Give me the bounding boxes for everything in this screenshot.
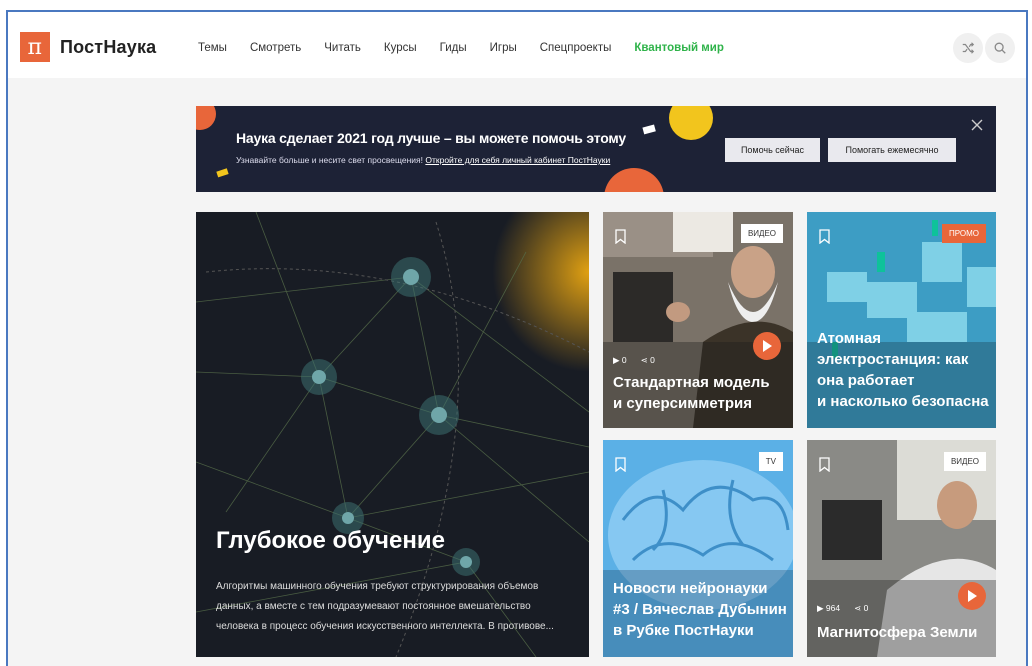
nav-item-themes[interactable]: Темы bbox=[198, 42, 227, 54]
card-title[interactable]: Магнитосфера Земли bbox=[817, 622, 977, 643]
video-badge: ВИДЕО bbox=[943, 452, 986, 471]
bookmark-icon[interactable] bbox=[819, 457, 830, 472]
card-title[interactable]: Атомная электростанция: как она работает и … bbox=[817, 328, 989, 412]
views-count: 964 bbox=[825, 603, 841, 613]
bookmark-icon[interactable] bbox=[615, 229, 626, 244]
card-stats: ▶ 0 ⋖ 0 bbox=[613, 355, 655, 365]
play-button[interactable] bbox=[958, 582, 986, 610]
banner-subtitle: Узнавайте больше и несите свет просвещен… bbox=[236, 155, 611, 165]
nav-item-guides[interactable]: Гиды bbox=[440, 42, 467, 54]
nav-item-special[interactable]: Спецпроекты bbox=[540, 42, 612, 54]
banner-title: Наука сделает 2021 год лучше – вы можете… bbox=[236, 130, 626, 146]
logo-icon[interactable]: п bbox=[20, 32, 50, 62]
nav-item-read[interactable]: Читать bbox=[324, 42, 361, 54]
views-count: 0 bbox=[621, 355, 627, 365]
promo-card-nuclear-plant[interactable]: ПРОМО Атомная электростанция: как она рабо… bbox=[807, 212, 996, 428]
video-card-standard-model[interactable]: ВИДЕО ▶ 0 ⋖ 0 Стандартная модель и суперси… bbox=[603, 212, 793, 428]
nav-item-courses[interactable]: Курсы bbox=[384, 42, 417, 54]
logo-text[interactable]: ПостНаука bbox=[60, 37, 156, 58]
video-card-magnetosphere[interactable]: ВИДЕО ▶ 964 ⋖ 0 Магнитосфера Земли bbox=[807, 440, 996, 657]
browser-frame: п ПостНаука Темы Смотреть Читать Курсы Г… bbox=[6, 10, 1028, 666]
main-nav: Темы Смотреть Читать Курсы Гиды Игры Спе… bbox=[198, 42, 747, 54]
video-badge: ВИДЕО bbox=[740, 224, 783, 243]
donate-now-button[interactable]: Помочь сейчас bbox=[725, 138, 820, 162]
banner-cabinet-link[interactable]: Откройте для себя личный кабинет ПостНау… bbox=[425, 155, 610, 165]
donation-banner: Наука сделает 2021 год лучше – вы можете… bbox=[196, 106, 996, 192]
site-header: п ПостНаука Темы Смотреть Читать Курсы Г… bbox=[8, 12, 1026, 78]
play-icon bbox=[968, 590, 977, 602]
card-stats: ▶ 964 ⋖ 0 bbox=[817, 603, 869, 613]
shares-count: 0 bbox=[650, 355, 655, 365]
nav-item-quantum[interactable]: Квантовый мир bbox=[634, 42, 724, 54]
feature-card[interactable]: Глубокое обучение Алгоритмы машинного об… bbox=[196, 212, 589, 657]
nav-item-watch[interactable]: Смотреть bbox=[250, 42, 301, 54]
play-button[interactable] bbox=[753, 332, 781, 360]
tv-card-neuroscience[interactable]: TV Новости нейронауки #3 / Вячеслав Дубын… bbox=[603, 440, 793, 657]
shuffle-icon bbox=[962, 42, 975, 54]
card-title[interactable]: Новости нейронауки #3 / Вячеслав Дубынин в… bbox=[613, 578, 787, 641]
feature-description: Алгоритмы машинного обучения требуют стр… bbox=[216, 581, 554, 632]
nav-item-games[interactable]: Игры bbox=[490, 42, 517, 54]
donate-monthly-button[interactable]: Помогать ежемесячно bbox=[828, 138, 956, 162]
shuffle-button[interactable] bbox=[953, 33, 983, 63]
feature-title[interactable]: Глубокое обучение bbox=[216, 529, 445, 553]
bookmark-icon[interactable] bbox=[615, 457, 626, 472]
bookmark-icon[interactable] bbox=[819, 229, 830, 244]
search-button[interactable] bbox=[985, 33, 1015, 63]
search-icon bbox=[994, 42, 1006, 54]
close-icon[interactable] bbox=[970, 118, 984, 132]
card-title[interactable]: Стандартная модель и суперсимметрия bbox=[613, 372, 770, 414]
promo-badge: ПРОМО bbox=[941, 224, 986, 243]
shares-count: 0 bbox=[863, 603, 869, 613]
tv-badge: TV bbox=[758, 452, 783, 471]
play-icon bbox=[763, 340, 772, 352]
